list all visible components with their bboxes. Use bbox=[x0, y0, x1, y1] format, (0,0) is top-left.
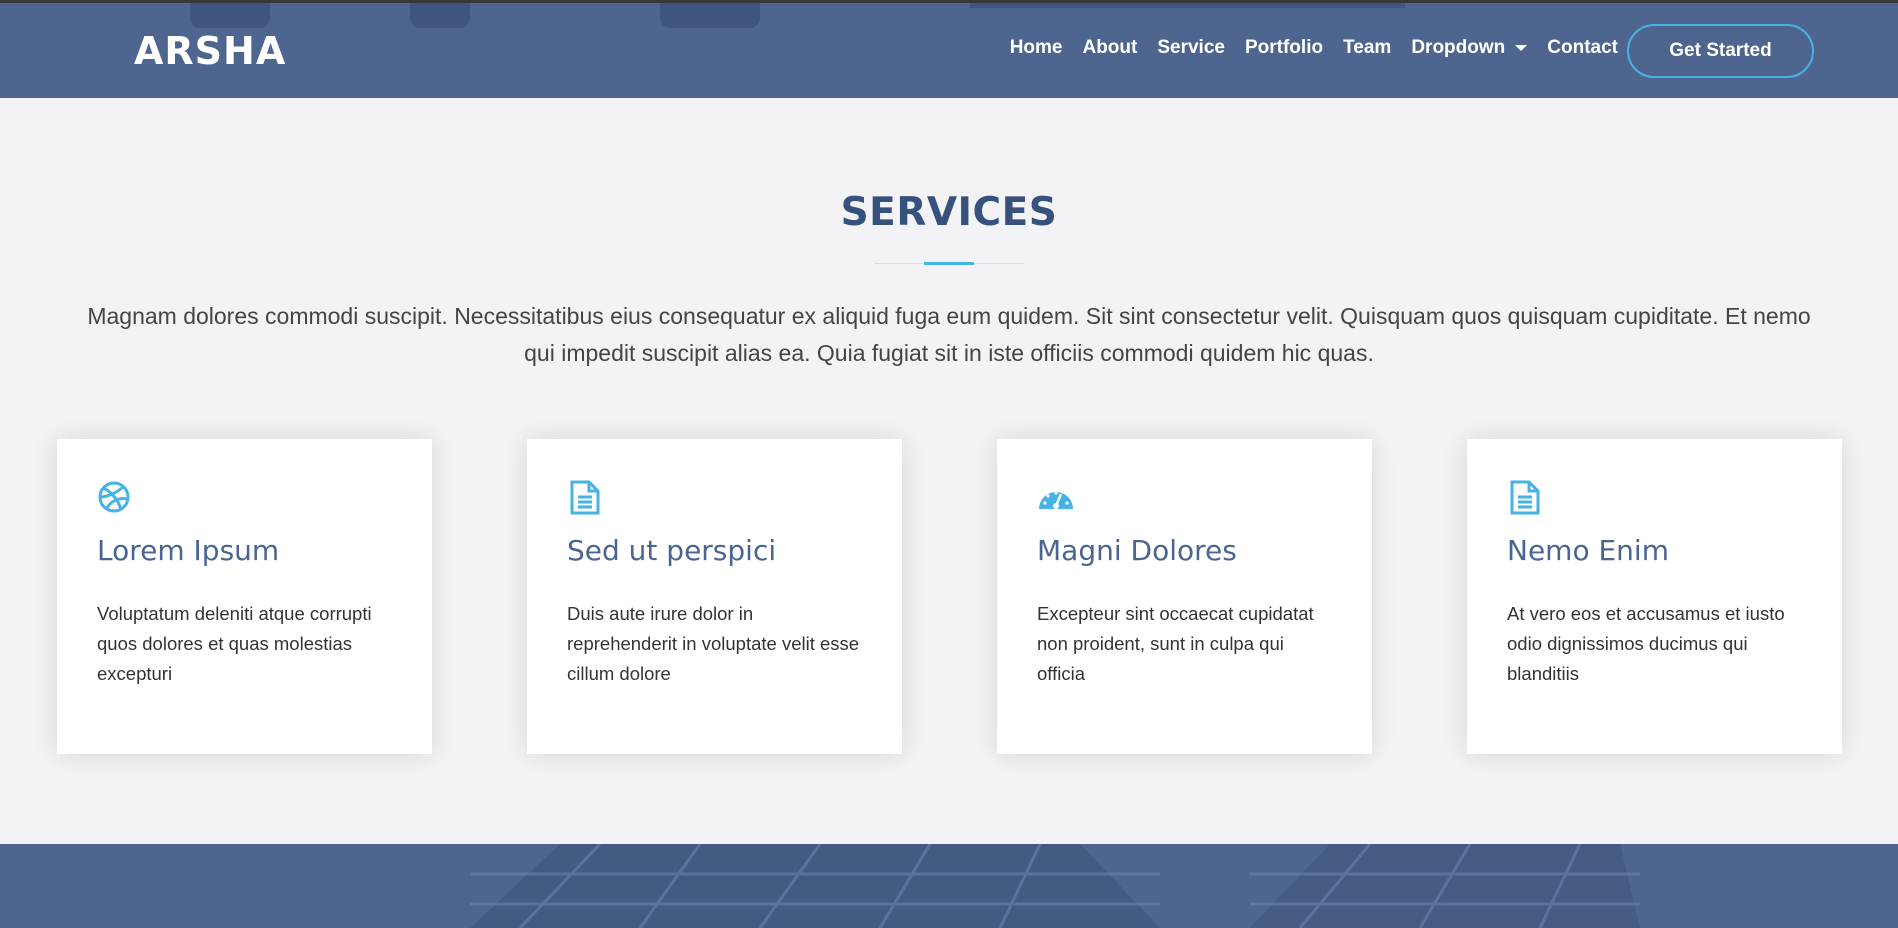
service-card-text: Voluptatum deleniti atque corrupti quos … bbox=[97, 603, 372, 684]
service-card-title[interactable]: Lorem Ipsum bbox=[97, 533, 392, 569]
title-accent-bar bbox=[924, 262, 974, 265]
services-grid: Lorem Ipsum Voluptatum deleniti atque co… bbox=[57, 439, 1842, 754]
service-card-title[interactable]: Sed ut perspici bbox=[567, 533, 862, 569]
hero-image-fragment bbox=[660, 0, 760, 28]
service-card-title[interactable]: Magni Dolores bbox=[1037, 533, 1332, 569]
speedometer-icon bbox=[1037, 479, 1073, 515]
service-card-text: Duis aute irure dolor in reprehenderit i… bbox=[567, 603, 860, 684]
section-heading: SERVICES bbox=[0, 190, 1898, 235]
site-header: ARSHA Home About Service Portfolio Team … bbox=[0, 0, 1898, 98]
nav-team[interactable]: Team bbox=[1333, 36, 1401, 60]
nav-portfolio[interactable]: Portfolio bbox=[1235, 36, 1333, 60]
get-started-button[interactable]: Get Started bbox=[1627, 24, 1814, 78]
main-nav: Home About Service Portfolio Team Dropdo… bbox=[1000, 36, 1628, 60]
building-background-image bbox=[470, 844, 1640, 928]
browser-top-line bbox=[0, 0, 1898, 3]
service-card-title[interactable]: Nemo Enim bbox=[1507, 533, 1802, 569]
file-icon bbox=[1507, 479, 1543, 515]
hero-image-fragment bbox=[190, 0, 270, 28]
nav-about[interactable]: About bbox=[1072, 36, 1147, 60]
nav-dropdown-label: Dropdown bbox=[1411, 37, 1506, 58]
service-card[interactable]: Magni Dolores Excepteur sint occaecat cu… bbox=[997, 439, 1372, 754]
service-card[interactable]: Nemo Enim At vero eos et accusamus et iu… bbox=[1467, 439, 1842, 754]
nav-home[interactable]: Home bbox=[1000, 36, 1073, 60]
service-card-text: At vero eos et accusamus et iusto odio d… bbox=[1507, 603, 1785, 684]
site-logo[interactable]: ARSHA bbox=[134, 30, 286, 72]
nav-contact[interactable]: Contact bbox=[1537, 36, 1628, 60]
nav-service[interactable]: Service bbox=[1147, 36, 1235, 60]
service-card[interactable]: Lorem Ipsum Voluptatum deleniti atque co… bbox=[57, 439, 432, 754]
file-icon bbox=[567, 479, 603, 515]
cta-section-background bbox=[0, 844, 1898, 928]
section-description: Magnam dolores commodi suscipit. Necessi… bbox=[87, 303, 1811, 366]
service-card[interactable]: Sed ut perspici Duis aute irure dolor in… bbox=[527, 439, 902, 754]
section-title: SERVICES bbox=[840, 190, 1058, 235]
hero-image-fragment bbox=[410, 0, 470, 28]
dribbble-icon bbox=[97, 479, 133, 515]
chevron-down-icon bbox=[1515, 45, 1528, 51]
service-card-text: Excepteur sint occaecat cupidatat non pr… bbox=[1037, 603, 1314, 684]
nav-dropdown[interactable]: Dropdown bbox=[1401, 36, 1537, 60]
